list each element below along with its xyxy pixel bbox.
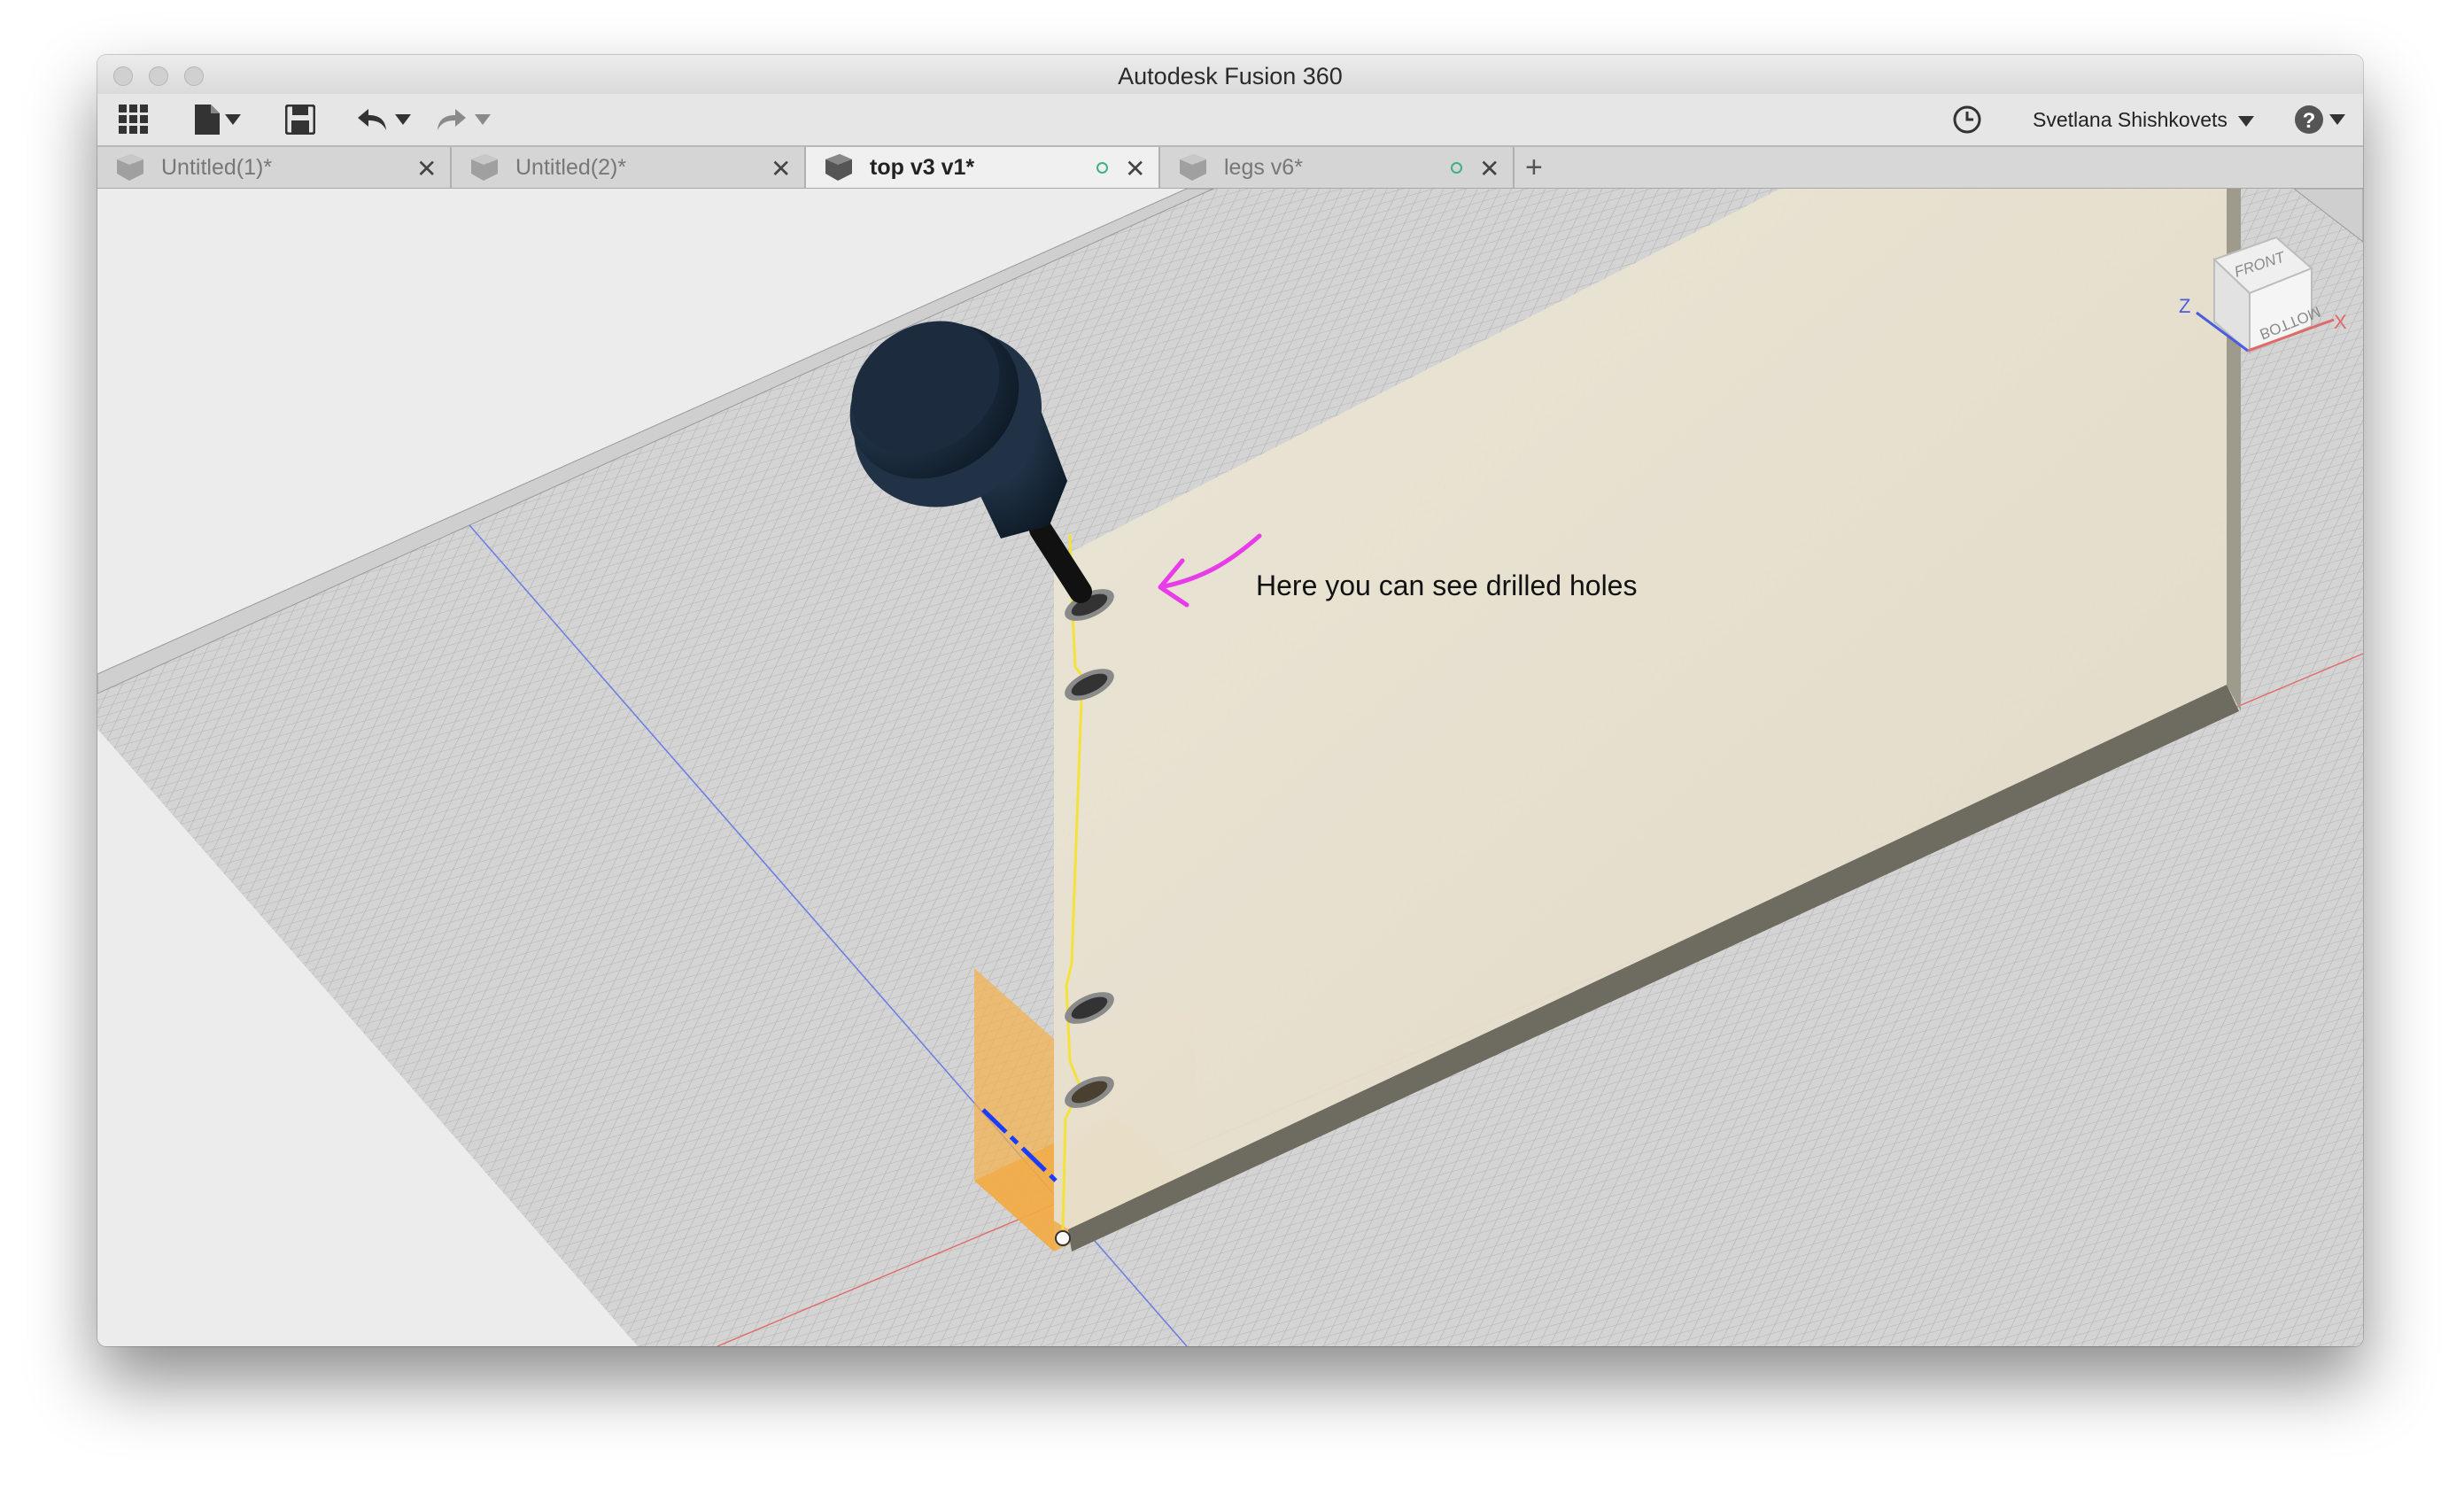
component-icon [825, 154, 852, 181]
sync-status-icon [1096, 162, 1108, 174]
component-icon [117, 154, 143, 181]
chevron-down-icon [2329, 114, 2345, 125]
svg-text:?: ? [2303, 109, 2316, 133]
sync-status-icon [1451, 162, 1462, 174]
origin-point [1055, 1230, 1071, 1246]
tab-label: top v3 v1* [870, 155, 975, 180]
file-icon [195, 105, 220, 135]
close-icon[interactable]: ✕ [416, 154, 437, 183]
component-icon [1180, 154, 1206, 181]
tab-untitled-2[interactable]: Untitled(2)* ✕ [452, 147, 806, 188]
scene[interactable]: FRONT BOTTOM Z X [97, 188, 2363, 1346]
tab-untitled-1[interactable]: Untitled(1)* ✕ [97, 147, 452, 188]
new-tab-button[interactable]: + [1525, 151, 1543, 185]
redo-icon [438, 109, 466, 130]
chevron-down-icon [225, 114, 241, 125]
title-bar: Autodesk Fusion 360 [97, 55, 2363, 95]
tab-label: legs v6* [1224, 155, 1303, 180]
user-menu[interactable]: Svetlana Shishkovets [2033, 108, 2255, 132]
canvas-viewport[interactable]: FRONT BOTTOM Z X Here you can see drille… [97, 188, 2363, 1346]
app-window: Autodesk Fusion 360 Svetlana Shishkovets… [97, 55, 2363, 1346]
help-menu-button[interactable]: ? [2294, 101, 2345, 138]
user-name: Svetlana Shishkovets [2033, 108, 2228, 131]
document-tab-bar: Untitled(1)* ✕ Untitled(2)* ✕ top v3 v1*… [97, 147, 2363, 189]
viewcube-z-label: Z [2179, 295, 2190, 317]
chevron-down-icon [2238, 116, 2255, 127]
viewcube-x-label: X [2334, 311, 2347, 333]
help-icon: ? [2295, 105, 2323, 134]
close-icon[interactable]: ✕ [771, 154, 791, 183]
tab-label: Untitled(2)* [515, 155, 627, 180]
close-icon[interactable]: ✕ [1125, 154, 1145, 183]
file-menu-button[interactable] [195, 101, 241, 138]
data-panel-button[interactable] [119, 101, 149, 138]
save-button[interactable] [285, 101, 315, 138]
window-title: Autodesk Fusion 360 [1118, 63, 1343, 89]
close-icon[interactable]: ✕ [1479, 154, 1499, 183]
chevron-down-icon [475, 114, 491, 125]
save-icon [285, 105, 315, 135]
undo-icon [358, 109, 386, 130]
undo-button[interactable] [356, 101, 411, 138]
component-icon [471, 154, 498, 181]
annotation-text: Here you can see drilled holes [1256, 570, 1638, 601]
grid-icon [119, 105, 148, 134]
clock-icon [1953, 105, 1981, 134]
tab-label: Untitled(1)* [161, 155, 273, 180]
redo-button[interactable] [436, 101, 491, 138]
job-status-button[interactable] [1952, 101, 1982, 138]
chevron-down-icon [395, 114, 411, 125]
tab-top-v3-v1[interactable]: top v3 v1* ✕ [806, 147, 1160, 188]
toolbar: Svetlana Shishkovets ? [97, 94, 2363, 147]
tab-legs-v6[interactable]: legs v6* ✕ [1160, 147, 1515, 188]
